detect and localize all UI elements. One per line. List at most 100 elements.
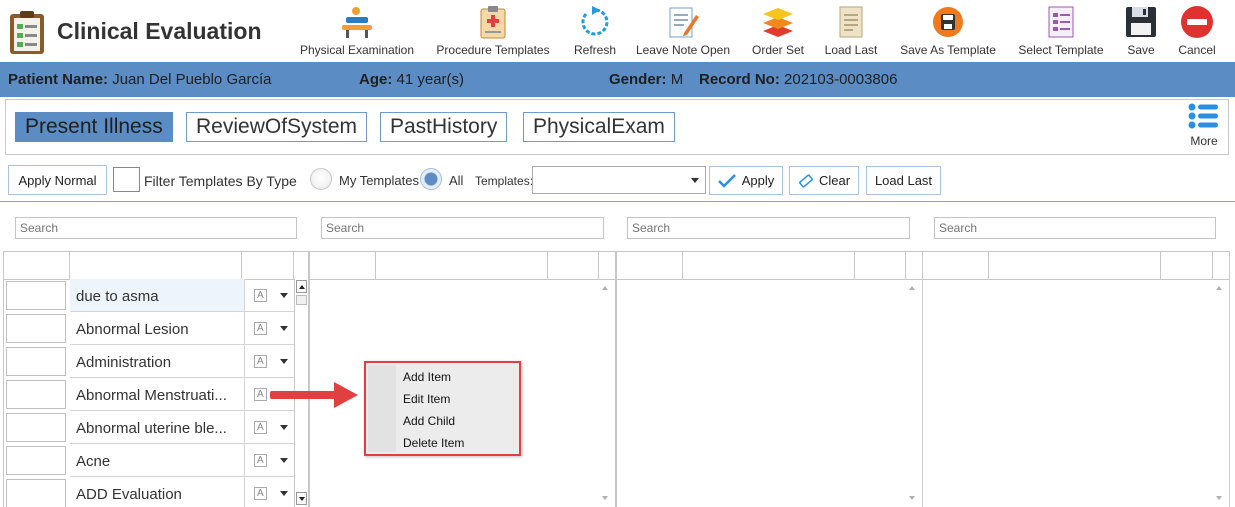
tab-review-of-system[interactable]: ReviewOfSystem (186, 112, 368, 142)
exam-table-icon (342, 7, 372, 38)
leave-note-open-button[interactable]: Leave Note Open (634, 4, 732, 60)
save-as-template-button[interactable]: Save As Template (898, 4, 998, 60)
context-menu-add-child[interactable]: Add Child (403, 414, 455, 428)
select-template-label: Select Template (1018, 43, 1104, 57)
item-label: Acne (70, 444, 244, 477)
context-menu-gutter (368, 365, 396, 452)
scroll-down-icon[interactable] (1216, 496, 1222, 500)
medical-clipboard-icon (480, 6, 506, 39)
search-input-2[interactable] (321, 217, 604, 239)
item-value-cell[interactable] (6, 347, 66, 376)
context-menu-delete-item[interactable]: Delete Item (403, 436, 464, 450)
save-circle-icon (933, 7, 963, 37)
document-icon (839, 6, 863, 38)
scroll-down-icon[interactable] (602, 496, 608, 500)
tab-physical-exam[interactable]: PhysicalExam (523, 112, 675, 142)
tab-present-illness[interactable]: Present Illness (15, 112, 173, 142)
item-value-cell[interactable] (6, 446, 66, 475)
list-item[interactable]: Abnormal uterine ble... A (4, 411, 294, 444)
item-value-cell[interactable] (6, 314, 66, 343)
load-last-label: Load Last (824, 43, 878, 57)
item-label: ADD Evaluation (70, 477, 244, 507)
layers-icon (763, 8, 793, 37)
load-last-filter-button[interactable]: Load Last (866, 166, 941, 195)
text-format-icon: A (254, 487, 267, 500)
text-format-icon: A (254, 322, 267, 335)
save-label: Save (1127, 43, 1155, 57)
save-button[interactable]: Save (1121, 4, 1161, 60)
apply-button[interactable]: Apply (709, 166, 783, 195)
patient-age-label: Age: (359, 71, 393, 88)
scroll-up-icon[interactable] (1216, 286, 1222, 290)
patient-name-label: Patient Name: (8, 71, 109, 88)
apply-normal-button[interactable]: Apply Normal (8, 165, 107, 195)
text-format-icon: A (254, 289, 267, 302)
physical-examination-button[interactable]: Physical Examination (300, 4, 414, 60)
search-input-4[interactable] (934, 217, 1216, 239)
list-item[interactable]: due to asma A (4, 279, 294, 312)
procedure-templates-button[interactable]: Procedure Templates (436, 4, 550, 60)
order-set-button[interactable]: Order Set (748, 4, 808, 60)
clear-button[interactable]: Clear (789, 166, 859, 195)
leave-note-open-label: Leave Note Open (635, 43, 731, 57)
item-value-cell[interactable] (6, 281, 66, 310)
list-item[interactable]: ADD Evaluation A (4, 477, 294, 507)
context-menu: Add Item Edit Item Add Child Delete Item (364, 361, 521, 456)
select-template-button[interactable]: Select Template (1016, 4, 1106, 60)
list-item[interactable]: Abnormal Lesion A (4, 312, 294, 345)
context-menu-add-item[interactable]: Add Item (403, 370, 451, 384)
tab-past-history[interactable]: PastHistory (380, 112, 508, 142)
scroll-down-icon[interactable] (909, 496, 915, 500)
scroll-thumb[interactable] (296, 295, 307, 305)
apply-label: Apply (741, 173, 775, 188)
item-format-dropdown[interactable]: A (244, 444, 294, 477)
item-format-dropdown[interactable]: A (244, 477, 294, 507)
list-item[interactable]: Abnormal Menstruati... A (4, 378, 294, 411)
checkmark-icon (717, 173, 736, 188)
text-format-icon: A (254, 454, 267, 467)
chevron-down-icon (280, 359, 288, 364)
search-input-3[interactable] (627, 217, 910, 239)
procedure-templates-label: Procedure Templates (436, 43, 550, 57)
context-menu-edit-item[interactable]: Edit Item (403, 392, 450, 406)
item-label: due to asma (70, 279, 244, 312)
templates-select[interactable] (532, 166, 706, 194)
item-value-cell[interactable] (6, 479, 66, 507)
item-label: Abnormal Lesion (70, 312, 244, 345)
text-format-icon: A (254, 355, 267, 368)
list-item[interactable]: Acne A (4, 444, 294, 477)
more-label: More (1190, 134, 1218, 148)
refresh-button[interactable]: Refresh (570, 4, 620, 60)
item-format-dropdown[interactable]: A (244, 279, 294, 312)
filter-by-type-label: Filter Templates By Type (144, 173, 297, 189)
chevron-down-icon (280, 326, 288, 331)
floppy-disk-icon (1126, 7, 1156, 37)
search-input-1[interactable] (15, 217, 297, 239)
list-item[interactable]: Administration A (4, 345, 294, 378)
item-value-cell[interactable] (6, 380, 66, 409)
more-button[interactable]: More (1188, 103, 1220, 151)
my-templates-radio[interactable] (310, 168, 332, 190)
patient-age-value: 41 year(s) (396, 71, 465, 88)
scroll-down-button[interactable] (296, 492, 307, 505)
item-list: due to asma A Abnormal Lesion A Administrati… (4, 279, 294, 507)
load-last-button[interactable]: Load Last (822, 4, 880, 60)
scroll-up-button[interactable] (296, 280, 307, 293)
clear-label: Clear (818, 173, 851, 188)
note-pencil-icon (669, 7, 699, 38)
item-value-cell[interactable] (6, 413, 66, 442)
red-arrow-icon (270, 382, 358, 408)
scroll-up-icon[interactable] (909, 286, 915, 290)
item-format-dropdown[interactable]: A (244, 312, 294, 345)
scroll-up-icon[interactable] (602, 286, 608, 290)
filter-by-type-checkbox[interactable] (113, 167, 140, 192)
list-menu-icon (1188, 103, 1218, 129)
patient-record-value: 202103-0003806 (784, 71, 898, 88)
patient-record-label: Record No: (699, 71, 780, 88)
patient-name-value: Juan Del Pueblo García (112, 71, 272, 88)
item-format-dropdown[interactable]: A (244, 345, 294, 378)
my-templates-label: My Templates (339, 173, 419, 188)
item-format-dropdown[interactable]: A (244, 411, 294, 444)
all-radio[interactable] (420, 168, 442, 190)
cancel-button[interactable]: Cancel (1176, 4, 1218, 60)
